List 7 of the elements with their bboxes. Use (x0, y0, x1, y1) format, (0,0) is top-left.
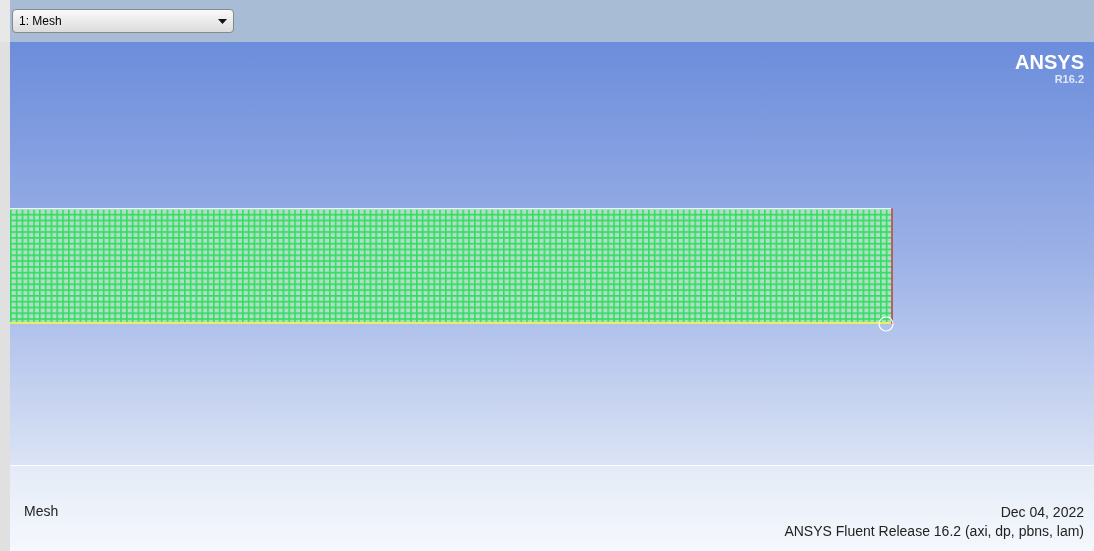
view-dropdown[interactable]: 1: Mesh (12, 9, 234, 33)
logo-version: R16.2 (1054, 74, 1084, 85)
footer-date: Dec 04, 2022 (1000, 503, 1084, 522)
caret-icon (218, 18, 227, 24)
footer-title: Mesh (24, 502, 59, 521)
release-info: ANSYS Fluent Release 16.2 (axi, dp, pbns, lam) (784, 522, 1084, 541)
logo-name: ANSYS (1015, 52, 1084, 72)
